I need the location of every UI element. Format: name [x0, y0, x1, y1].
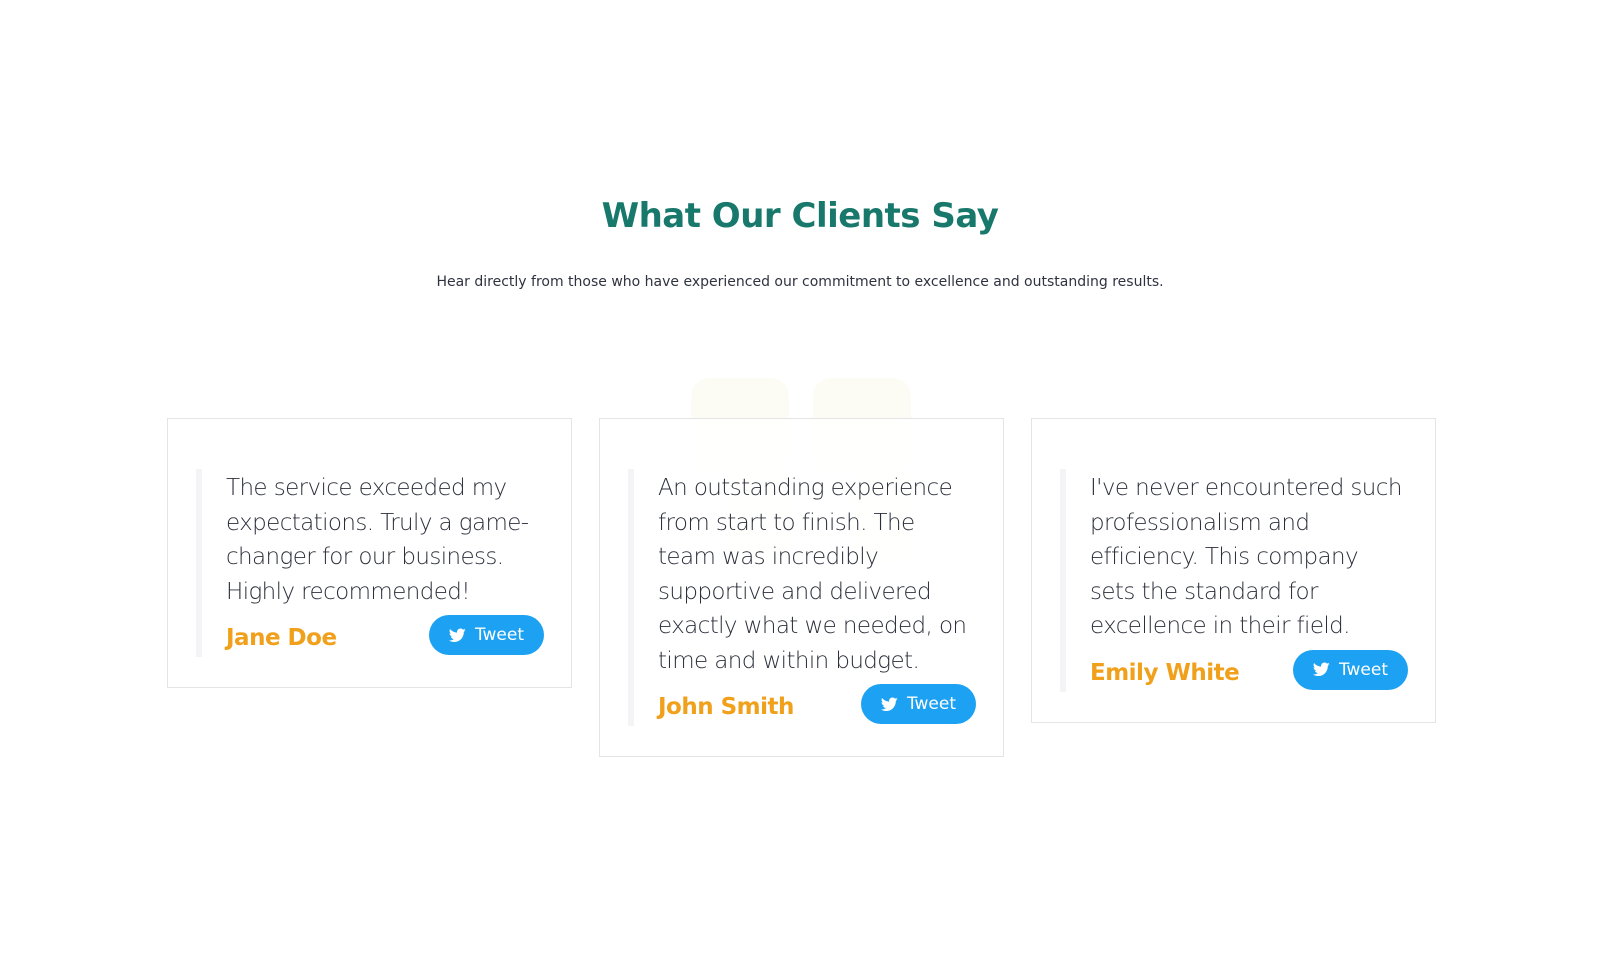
client-name: John Smith	[658, 694, 794, 720]
testimonial-quote: I've never encountered such professional…	[1090, 475, 1402, 639]
section-subtitle: Hear directly from those who have experi…	[436, 274, 1164, 290]
section-title: What Our Clients Say	[601, 196, 999, 236]
client-name: Emily White	[1090, 659, 1240, 686]
testimonial-card-jane-doe: The service exceeded my expectations. Tr…	[167, 418, 572, 688]
tweet-button-label: Tweet	[906, 694, 956, 714]
testimonial-card-john-smith: An outstanding experience from start to …	[599, 418, 1004, 757]
testimonial-footer: Emily White Tweet	[1090, 649, 1408, 692]
twitter-bird-icon	[880, 696, 898, 711]
testimonial-footer: John Smith Tweet	[658, 684, 976, 726]
tweet-button-label: Tweet	[474, 625, 524, 645]
twitter-bird-icon	[448, 627, 466, 642]
testimonial-quote: The service exceeded my expectations. Tr…	[226, 475, 529, 605]
tweet-button[interactable]: Tweet	[860, 684, 976, 724]
testimonial-card-emily-white: I've never encountered such professional…	[1031, 418, 1436, 723]
testimonial-quote: An outstanding experience from start to …	[658, 475, 967, 674]
twitter-bird-icon	[1312, 662, 1330, 677]
testimonial-body: The service exceeded my expectations. Tr…	[196, 469, 544, 657]
tweet-button[interactable]: Tweet	[1292, 649, 1408, 690]
testimonial-body: I've never encountered such professional…	[1060, 469, 1408, 692]
testimonial-body: An outstanding experience from start to …	[628, 469, 976, 726]
tweet-button-label: Tweet	[1338, 659, 1388, 680]
tweet-button[interactable]: Tweet	[428, 615, 544, 655]
testimonial-footer: Jane Doe Tweet	[226, 615, 544, 657]
client-name: Jane Doe	[226, 625, 337, 651]
